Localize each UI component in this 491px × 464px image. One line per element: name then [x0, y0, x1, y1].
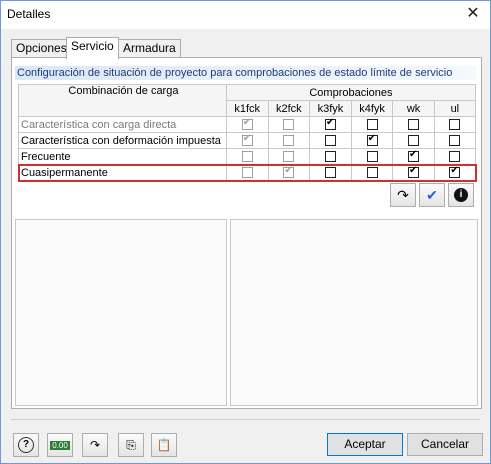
check-cell [309, 148, 352, 165]
checkbox[interactable] [366, 167, 378, 179]
checkbox: ✔ [241, 133, 253, 147]
details-dialog: Detalles ✕ Opciones Servicio Armadura Co… [0, 0, 491, 464]
combination-name: Frecuente [18, 148, 227, 165]
info-icon[interactable]: i [448, 183, 474, 207]
checkbox[interactable] [408, 135, 420, 147]
check-header: k4fyk [350, 100, 394, 117]
check-header: k3fyk [309, 100, 352, 117]
checkbox [283, 135, 295, 147]
checkbox[interactable] [408, 119, 420, 131]
check-header: k2fck [267, 100, 311, 117]
accept-button[interactable]: Aceptar [327, 433, 403, 456]
col-header-checks: Comprobaciones [225, 84, 477, 101]
checkbox: ✔ [283, 165, 295, 179]
checkbox[interactable]: ✔ [366, 133, 378, 147]
check-cell [433, 116, 477, 133]
combination-name: Característica con deformación impuesta [18, 132, 227, 149]
checkbox[interactable] [449, 151, 461, 163]
group-title: Configuración de situación de proyecto p… [15, 66, 476, 80]
check-cell [225, 164, 269, 181]
combination-name: Característica con carga directa [18, 116, 227, 133]
check-cell [433, 132, 477, 149]
checkbox[interactable] [324, 135, 336, 147]
combination-table: Combinación de carga Comprobaciones k1fc… [17, 84, 477, 182]
tab-opciones[interactable]: Opciones [11, 39, 72, 57]
check-cell [433, 148, 477, 165]
checkbox[interactable] [324, 151, 336, 163]
check-cell: ✔ [392, 164, 435, 181]
checkmark-icon: ✔ [409, 165, 418, 177]
check-cell [267, 116, 311, 133]
check-cell [392, 132, 435, 149]
footer-separator [11, 419, 480, 420]
check-cell [309, 164, 352, 181]
checkbox[interactable] [449, 119, 461, 131]
units-icon[interactable]: 0.00 [47, 433, 73, 457]
table-row[interactable]: Frecuente ✔ [18, 148, 477, 165]
col-header-combination: Combinación de carga [18, 84, 227, 117]
checkbox [241, 167, 253, 179]
servicio-panel: Configuración de situación de proyecto p… [11, 57, 482, 409]
left-preview-pane [15, 219, 227, 406]
check-cell: ✔ [350, 132, 394, 149]
units-label: 0.00 [50, 440, 70, 450]
checkbox[interactable] [324, 167, 336, 179]
checkbox[interactable]: ✔ [408, 165, 420, 179]
checkbox: ✔ [241, 117, 253, 131]
cancel-button[interactable]: Cancelar [407, 433, 483, 456]
checkmark-icon: ✔ [450, 165, 459, 177]
right-preview-pane [230, 219, 478, 406]
paste-icon[interactable]: 📋 [151, 433, 177, 457]
check-header: ul [433, 100, 477, 117]
checkbox[interactable]: ✔ [324, 117, 336, 131]
checkbox [283, 119, 295, 131]
title-bar: Detalles ✕ [1, 1, 490, 29]
check-header: wk [392, 100, 435, 117]
reset-defaults-icon[interactable]: ↷ [82, 433, 108, 457]
checkbox [241, 151, 253, 163]
check-cell [392, 116, 435, 133]
checkmark-icon: ✔ [242, 117, 252, 129]
help-icon[interactable]: ? [13, 433, 39, 457]
check-cell: ✔ [392, 148, 435, 165]
tab-servicio[interactable]: Servicio [66, 37, 119, 59]
tab-armadura[interactable]: Armadura [118, 39, 181, 57]
copy-icon[interactable]: ⎘ [118, 433, 144, 457]
close-icon[interactable]: ✕ [462, 3, 484, 25]
checkmark-icon: ✔ [325, 117, 335, 129]
check-cell [350, 148, 394, 165]
checkbox[interactable] [366, 119, 378, 131]
checkbox [283, 151, 295, 163]
check-cell: ✔ [225, 116, 269, 133]
check-cell [350, 116, 394, 133]
checkmark-icon: ✔ [284, 165, 293, 177]
check-cell [267, 148, 311, 165]
dialog-title: Detalles [7, 7, 51, 21]
reset-icon[interactable]: ↷ [390, 183, 416, 207]
info-glyph: i [454, 188, 468, 202]
table-row[interactable]: Característica con deformación impuesta ✔… [18, 132, 477, 149]
check-all-icon[interactable]: ✔ [419, 183, 445, 207]
check-cell: ✔ [267, 164, 311, 181]
check-cell [350, 164, 394, 181]
checkbox[interactable] [449, 135, 461, 147]
check-cell: ✔ [225, 132, 269, 149]
combination-name: Cuasipermanente [18, 164, 227, 181]
checkmark-icon: ✔ [409, 149, 418, 161]
table-row[interactable]: Característica con carga directa ✔ ✔ [18, 116, 477, 133]
check-cell: ✔ [309, 116, 352, 133]
check-header: k1fck [225, 100, 269, 117]
checkmark-icon: ✔ [367, 133, 376, 145]
check-cell [309, 132, 352, 149]
check-cell [225, 148, 269, 165]
checkbox[interactable]: ✔ [449, 165, 461, 179]
check-cell: ✔ [433, 164, 477, 181]
checkbox[interactable]: ✔ [408, 149, 420, 163]
check-cell [267, 132, 311, 149]
sls-config-group: Configuración de situación de proyecto p… [15, 66, 477, 209]
checkmark-icon: ✔ [242, 133, 252, 145]
checkbox[interactable] [366, 151, 378, 163]
table-row[interactable]: Cuasipermanente ✔ ✔ ✔ [17, 163, 477, 182]
